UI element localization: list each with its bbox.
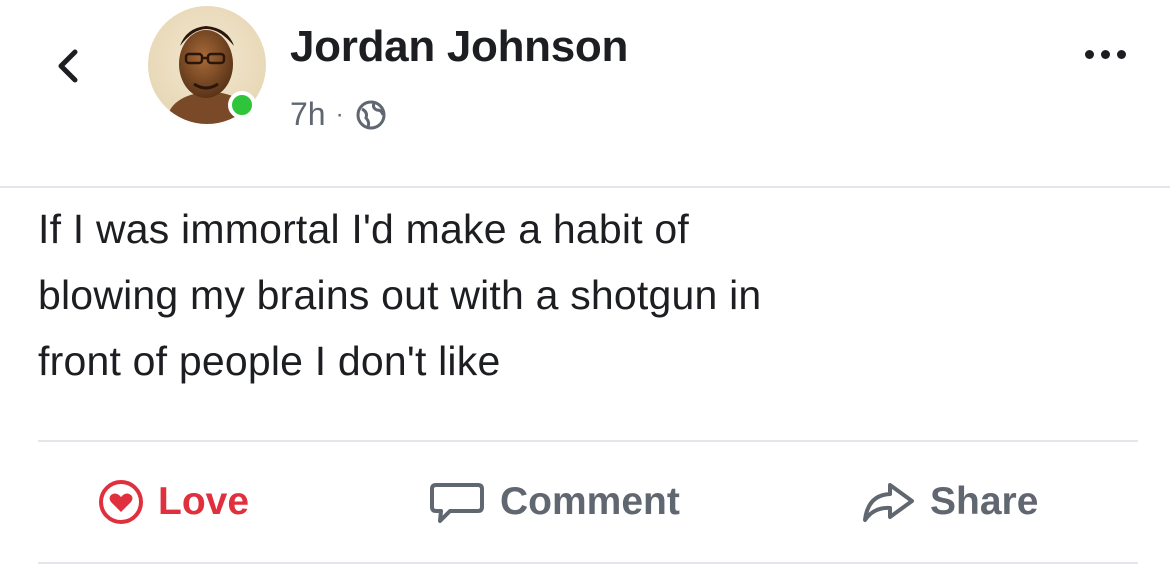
share-label: Share [930, 480, 1039, 523]
online-status-indicator [228, 91, 256, 119]
actions-bottom-divider [38, 562, 1138, 564]
globe-icon[interactable] [354, 98, 388, 132]
more-dot [1101, 50, 1110, 59]
header-divider [0, 186, 1170, 188]
post-meta: 7h · [290, 96, 388, 133]
post-text-line: If I was immortal I'd make a habit of [38, 206, 689, 252]
action-bar: Love Comment Share [0, 470, 1170, 534]
heart-icon [99, 480, 143, 524]
more-horizontal-icon [1085, 50, 1094, 59]
post-timestamp[interactable]: 7h [290, 96, 326, 133]
comment-label: Comment [500, 480, 680, 523]
share-button[interactable]: Share [860, 470, 1038, 534]
back-button[interactable] [48, 44, 88, 88]
post-text-line: blowing my brains out with a shotgun in [38, 272, 762, 318]
actions-top-divider [38, 440, 1138, 442]
post-text-line: front of people I don't like [38, 338, 501, 384]
meta-separator: · [335, 100, 344, 128]
love-button[interactable]: Love [98, 470, 249, 534]
post-text: If I was immortal I'd make a habit of bl… [38, 196, 1138, 394]
more-options-button[interactable] [1085, 50, 1126, 59]
comment-button[interactable]: Comment [428, 470, 680, 534]
share-icon [863, 483, 914, 522]
more-dot [1117, 50, 1126, 59]
comment-icon [430, 483, 484, 523]
chevron-left-icon [58, 49, 78, 83]
author-name[interactable]: Jordan Johnson [290, 22, 628, 72]
love-label: Love [158, 480, 250, 523]
